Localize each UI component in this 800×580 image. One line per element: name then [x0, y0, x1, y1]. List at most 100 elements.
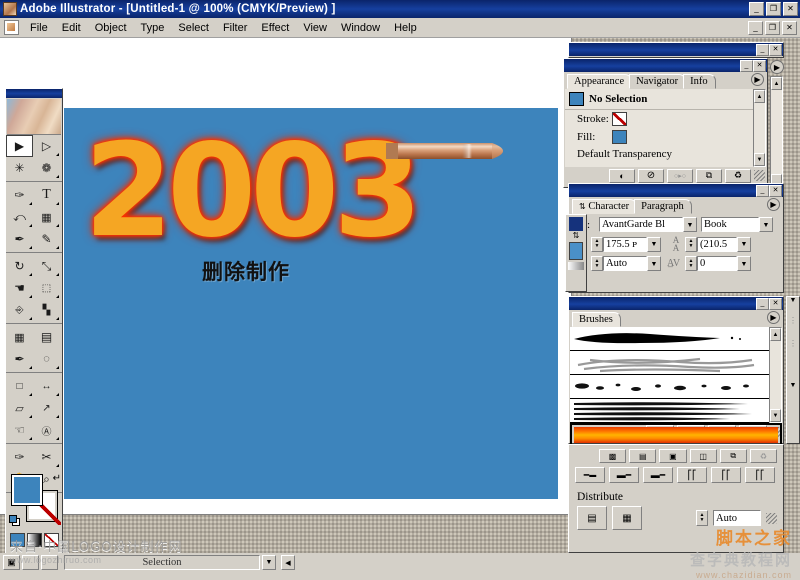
- symbol-sprayer-tool[interactable]: ⎆: [6, 299, 33, 321]
- brushes-scrollbar[interactable]: ▲ ▼: [769, 327, 782, 423]
- panel-collapse-arrow[interactable]: ▶: [770, 60, 784, 74]
- rotate-tool[interactable]: ↻: [6, 255, 33, 277]
- menu-item-help[interactable]: Help: [387, 20, 424, 36]
- direct-selection-tool[interactable]: ▷: [33, 135, 60, 157]
- default-fill-stroke-icon[interactable]: [9, 515, 21, 527]
- tracking-stepper[interactable]: ▲ ▼: [685, 256, 697, 271]
- color-stub-grip-icon[interactable]: ⇅: [566, 231, 586, 240]
- align-row-button-4[interactable]: ◫: [689, 449, 717, 463]
- brush-item-tapered-black[interactable]: [570, 327, 782, 351]
- color-mode-button[interactable]: [10, 533, 25, 547]
- leading-input[interactable]: (210.5: [697, 236, 737, 252]
- paintbrush-tool[interactable]: ✒: [6, 228, 33, 250]
- slice-tool[interactable]: □: [6, 375, 33, 397]
- appearance-fill-swatch[interactable]: [612, 130, 628, 144]
- restore-button[interactable]: ❐: [766, 2, 781, 16]
- appearance-scroll-down-button[interactable]: ▼: [754, 153, 765, 166]
- align-row-button-1[interactable]: ▩: [599, 449, 627, 463]
- font-family-dropdown-icon[interactable]: ▼: [683, 217, 697, 232]
- appearance-minimize-button[interactable]: _: [740, 59, 753, 72]
- align-resize-grip[interactable]: [766, 512, 777, 524]
- distribute-horizontal-left-icon[interactable]: ⎡⎡: [677, 467, 707, 483]
- reshape-tool[interactable]: ↗: [33, 397, 60, 419]
- menu-item-file[interactable]: File: [23, 20, 55, 36]
- menu-item-type[interactable]: Type: [134, 20, 172, 36]
- appearance-panel-menu-icon[interactable]: ▶: [751, 73, 764, 86]
- close-button[interactable]: ✕: [783, 2, 798, 16]
- appearance-scroll-up-button[interactable]: ▲: [754, 90, 765, 103]
- character-panel[interactable]: _ ✕ ⇅ Character Paragraph ▶ ont: AvantGa…: [568, 183, 784, 293]
- status-scroll-left-icon[interactable]: ◀: [281, 555, 295, 570]
- new-art-has-basic-appearance-icon[interactable]: ◐: [609, 168, 635, 183]
- appearance-panel-title-bar[interactable]: _ ✕: [564, 59, 767, 72]
- align-row-button-2[interactable]: ▤: [629, 449, 657, 463]
- brushes-panel-title-bar[interactable]: _ ✕: [569, 297, 783, 310]
- kerning-dropdown-icon[interactable]: ▼: [647, 256, 661, 271]
- status-nav-button-1[interactable]: [22, 555, 39, 570]
- brushes-minimize-button[interactable]: _: [756, 297, 769, 310]
- none-mode-button[interactable]: [44, 533, 59, 547]
- distribute-horizontal-center-icon[interactable]: ⎡⎡: [711, 467, 741, 483]
- page-indicator-icon[interactable]: ▣: [3, 555, 20, 570]
- warp-tool[interactable]: ☚: [6, 277, 33, 299]
- menu-item-view[interactable]: View: [296, 20, 334, 36]
- gradient-mode-button[interactable]: [27, 533, 42, 547]
- artwork-caption[interactable]: 删除制作: [202, 256, 290, 286]
- brush-item-spatter-dots[interactable]: [570, 375, 782, 399]
- side-stub-dropdown2-icon[interactable]: ▼: [787, 382, 799, 389]
- fill-swatch[interactable]: [11, 474, 43, 506]
- appearance-stroke-row[interactable]: Stroke:: [565, 110, 766, 128]
- pen-tool[interactable]: ✑: [6, 184, 33, 206]
- menu-item-edit[interactable]: Edit: [55, 20, 88, 36]
- blend-tool[interactable]: ◌: [33, 348, 60, 370]
- delete-item-icon[interactable]: ♻: [725, 168, 751, 183]
- canvas-area[interactable]: 2003 删除制作: [0, 38, 571, 514]
- magic-wand-tool[interactable]: ✳: [6, 157, 33, 179]
- kerning-stepper[interactable]: ▲ ▼: [591, 256, 603, 271]
- character-minimize-button[interactable]: _: [756, 184, 769, 197]
- doc-close-button[interactable]: ✕: [782, 20, 797, 35]
- tracking-input[interactable]: 0: [697, 256, 737, 271]
- line-segment-tool[interactable]: ⤺: [6, 206, 33, 228]
- color-stub-fill-swatch[interactable]: [569, 242, 583, 260]
- align-row-button-3[interactable]: ▣: [659, 449, 687, 463]
- rectangle-tool[interactable]: ▦: [33, 206, 60, 228]
- reduce-to-basic-appearance-icon[interactable]: ○▸○: [667, 168, 693, 183]
- artboard[interactable]: 2003 删除制作: [64, 108, 558, 499]
- brush-item-scribble-gray[interactable]: [570, 351, 782, 375]
- measure-tool[interactable]: ↔: [33, 375, 60, 397]
- column-graph-tool[interactable]: ▚: [33, 299, 60, 321]
- color-stub-swatch[interactable]: [569, 217, 583, 231]
- brushes-scroll-down-button[interactable]: ▼: [770, 409, 781, 422]
- font-size-stepper[interactable]: ▲ ▼: [591, 236, 603, 252]
- free-transform-tool[interactable]: ⬚: [33, 277, 60, 299]
- tab-appearance[interactable]: Appearance: [567, 74, 633, 89]
- auto-trace-tool[interactable]: Ⓐ: [33, 419, 60, 441]
- eyedropper-tool[interactable]: ✒: [6, 348, 33, 370]
- appearance-fill-row[interactable]: Fill:: [565, 128, 766, 146]
- menu-item-effect[interactable]: Effect: [254, 20, 296, 36]
- appearance-panel[interactable]: _ ✕ Appearance Navigator Info ▶ No Selec…: [563, 58, 768, 188]
- brushes-scroll-up-button[interactable]: ▲: [770, 328, 781, 341]
- scissors-tool[interactable]: ✂: [33, 446, 60, 468]
- appearance-resize-grip[interactable]: [754, 170, 765, 181]
- minimize-button[interactable]: _: [749, 2, 764, 16]
- brushes-list[interactable]: ▲ ▼: [570, 327, 782, 447]
- menu-item-filter[interactable]: Filter: [216, 20, 254, 36]
- swap-fill-stroke-icon[interactable]: ↵: [53, 473, 61, 484]
- lasso-tool[interactable]: ❁: [33, 157, 60, 179]
- appearance-scrollbar[interactable]: ▲ ▼: [753, 89, 766, 167]
- font-size-input[interactable]: 175.5 ᴘ: [603, 236, 647, 252]
- brushes-close-button[interactable]: ✕: [769, 297, 782, 310]
- font-style-input[interactable]: Book: [701, 217, 759, 232]
- appearance-stroke-swatch[interactable]: [611, 112, 627, 126]
- docked-scroll-up-button[interactable]: ▲: [771, 77, 782, 90]
- background-panel-strip[interactable]: _ ✕: [568, 42, 784, 58]
- selection-tool[interactable]: ▶: [6, 135, 33, 157]
- brushes-panel[interactable]: _ ✕ Brushes ▶ ▲ ▼: [568, 296, 784, 447]
- tab-brushes[interactable]: Brushes: [572, 312, 621, 327]
- background-panel-title-bar[interactable]: _ ✕: [569, 43, 783, 56]
- color-stub-ramp[interactable]: [568, 262, 584, 270]
- bg-panel-minimize-button[interactable]: _: [756, 43, 769, 56]
- leading-dropdown-icon[interactable]: ▼: [737, 236, 751, 252]
